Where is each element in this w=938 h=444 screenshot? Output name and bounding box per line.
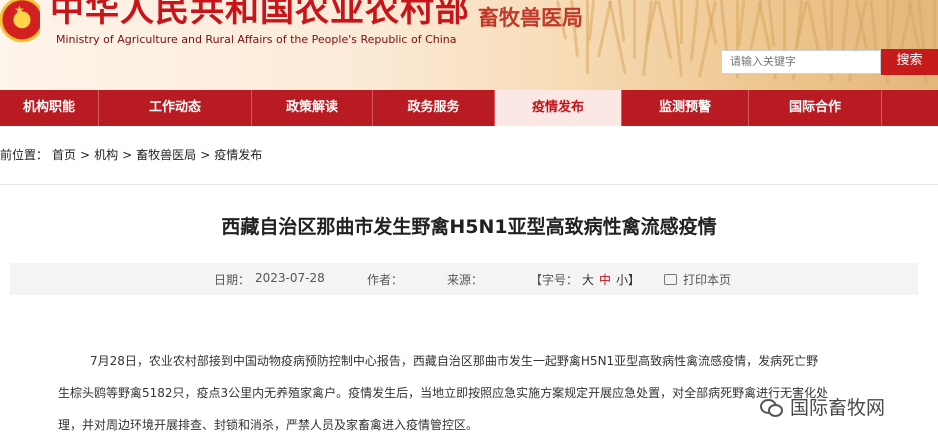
font-size-label: 【字号： [530,273,579,287]
nav-divider [881,90,882,126]
divider [0,184,938,185]
font-size-small-button[interactable]: 小】 [616,271,640,288]
font-size-large-button[interactable]: 大 [582,271,594,288]
main-nav: 机构职能 工作动态 政策解读 政务服务 疫情发布 监测预警 国际合作 [0,90,938,126]
breadcrumb: 前位置： 首页 > 机构 > 畜牧兽医局 > 疫情发布 [0,146,266,163]
wheat-stalk [830,0,833,49]
wechat-icon [760,399,784,417]
nav-item-policy[interactable]: 政策解读 [252,90,372,126]
nav-item-work-news[interactable]: 工作动态 [99,90,251,126]
nav-item-services[interactable]: 政务服务 [373,90,494,126]
breadcrumb-current[interactable]: 疫情发布 [214,148,262,162]
breadcrumb-separator: > [122,148,133,162]
site-header: ★ 中华人民共和国农业农村部 Ministry of Agriculture a… [0,0,938,90]
site-subtitle: Ministry of Agriculture and Rural Affair… [56,33,457,46]
watermark: 国际畜牧网 [760,393,885,420]
source-label: 来源： [447,273,484,287]
article-title: 西藏自治区那曲市发生野禽H5N1亚型高致病性禽流感疫情 [221,216,717,238]
date-label: 日期： [214,273,251,287]
nav-item-epidemic-release[interactable]: 疫情发布 [495,90,621,126]
breadcrumb-separator: > [80,148,91,162]
wheat-stalk [656,0,673,60]
site-title: 中华人民共和国农业农村部 [50,0,470,30]
breadcrumb-home[interactable]: 首页 [52,148,76,162]
nav-item-institution[interactable]: 机构职能 [0,90,98,126]
article-meta-bar: 日期： 2023-07-28 作者： 来源： 【字号： 大 中 小】 打印本页 [10,263,918,295]
article-paragraph-line: 7月28日，农业农村部接到中国动物疫病预防控制中心报告，西藏自治区那曲市发生一起… [90,354,819,368]
article-date: 2023-07-28 [255,271,325,285]
search-button[interactable]: 搜索 [881,49,938,75]
nav-item-international[interactable]: 国际合作 [749,90,881,126]
wheat-stalk [633,0,636,59]
wheat-stalk [689,0,700,61]
wheat-stalk [680,0,683,44]
department-name: 畜牧兽医局 [478,5,583,30]
breadcrumb-department[interactable]: 畜牧兽医局 [136,148,196,162]
author-label: 作者： [367,273,404,287]
printer-icon [664,274,677,285]
font-size-medium-button[interactable]: 中 [599,271,611,288]
national-emblem-icon: ★ [0,0,40,44]
breadcrumb-separator: > [200,148,211,162]
nav-item-monitoring[interactable]: 监测预警 [622,90,748,126]
print-page-button[interactable]: 打印本页 [664,271,731,288]
breadcrumb-institution[interactable]: 机构 [94,148,118,162]
breadcrumb-prefix: 前位置： [0,148,49,162]
watermark-text: 国际畜牧网 [790,397,886,419]
print-label: 打印本页 [683,273,732,287]
wheat-stalk [617,0,626,43]
search-input[interactable] [721,50,881,74]
